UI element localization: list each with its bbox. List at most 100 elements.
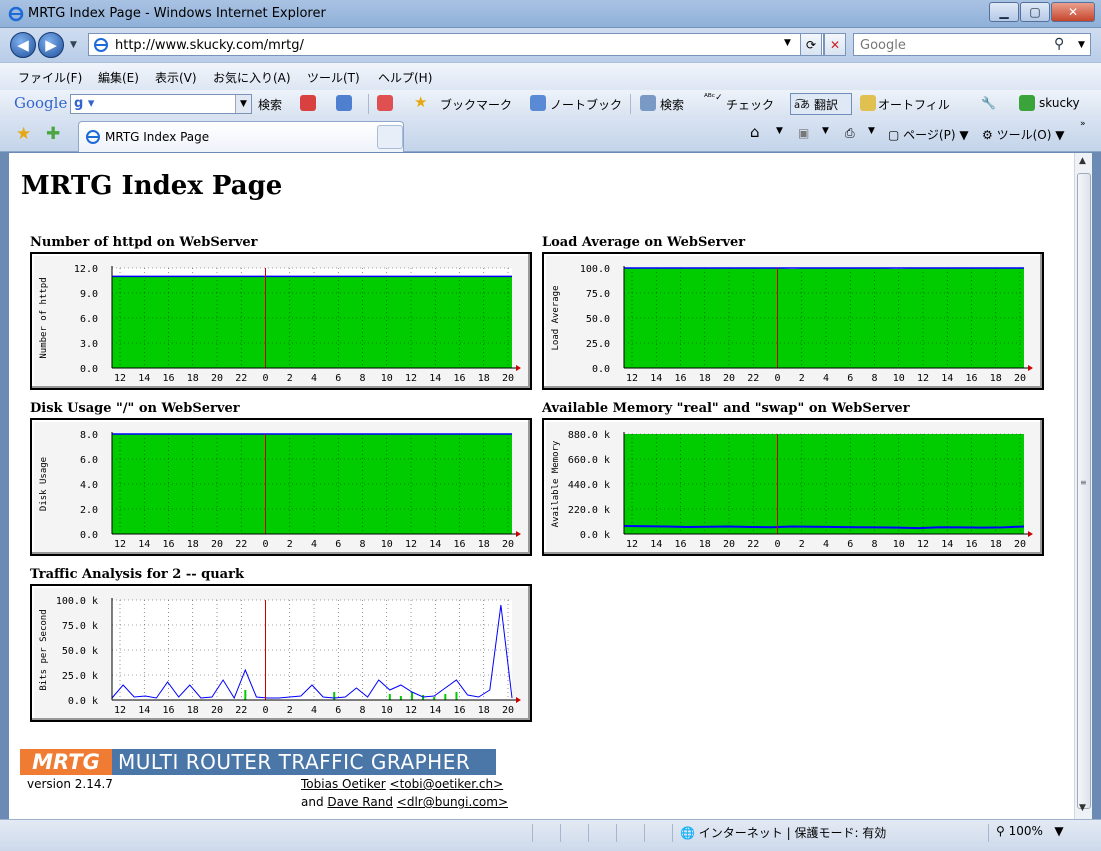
autofill-button[interactable]: オートフィル [878, 96, 950, 113]
blocked-popups-icon[interactable] [377, 95, 393, 111]
google-search-button[interactable]: 検索 [258, 96, 282, 113]
refresh-button[interactable]: ⟳ [800, 33, 822, 56]
search-page-icon[interactable] [640, 95, 656, 111]
vertical-scrollbar[interactable]: ▲ ≡ ▼ [1074, 153, 1092, 819]
home-icon[interactable]: ⌂ [750, 123, 760, 141]
menu-file[interactable]: ファイル(F) [18, 69, 82, 86]
scroll-up-icon[interactable]: ▲ [1079, 156, 1086, 166]
x-tick-label: 4 [823, 539, 829, 550]
x-tick-label: 16 [453, 705, 465, 716]
traffic-in-bar [388, 694, 391, 700]
graph-canvas: 100.0 75.0 50.0 25.0 0.0 12 14 16 18 20 22 0 2 4 6 8 10 1… [551, 264, 1033, 384]
menu-favorites[interactable]: お気に入り(A) [213, 69, 291, 86]
title-bar: MRTG Index Page - Windows Internet Explo… [0, 0, 1101, 28]
autofill-icon[interactable] [860, 95, 876, 111]
home-dropdown-icon[interactable]: ▼ [776, 126, 783, 136]
google-search-input[interactable]: g ▾ ▼ [70, 94, 252, 114]
x-tick-label: 16 [965, 373, 977, 384]
new-tab-button[interactable] [377, 125, 403, 149]
scroll-thumb[interactable] [1077, 173, 1091, 809]
bookmarks-button[interactable]: ブックマーク [440, 96, 512, 113]
x-tick-label: 4 [311, 705, 317, 716]
print-dropdown-icon[interactable]: ▼ [868, 126, 875, 136]
forward-button[interactable]: ▶ [38, 32, 64, 58]
print-icon[interactable]: ⎙ [845, 126, 855, 141]
translate-button[interactable]: 翻訳 [814, 96, 838, 113]
menu-view[interactable]: 表示(V) [155, 69, 197, 86]
tools-menu[interactable]: ⚙ ツール(O) ▼ [982, 126, 1064, 143]
x-tick-label: 20 [211, 705, 223, 716]
menu-edit[interactable]: 編集(E) [98, 69, 139, 86]
security-zone[interactable]: 🌐 インターネット | 保護モード: 有効 [680, 824, 886, 841]
menu-help[interactable]: ヘルプ(H) [378, 69, 432, 86]
zoom-level[interactable]: ⚲ 100% ▼ [996, 824, 1064, 838]
spellcheck-button[interactable]: チェック [726, 96, 774, 113]
x-tick-label: 6 [335, 373, 341, 384]
y-tick-label: 8.0 [80, 430, 98, 441]
stop-button[interactable]: ✕ [824, 33, 846, 56]
history-dropdown-icon[interactable]: ▼ [70, 40, 77, 50]
address-dropdown-icon[interactable]: ▼ [784, 38, 791, 48]
feeds-icon[interactable]: ▣ [798, 126, 809, 140]
spellcheck-icon[interactable]: ᴬᴮᶜ✓ [704, 93, 723, 103]
search-page-button[interactable]: 検索 [660, 96, 684, 113]
x-tick-label: 20 [211, 373, 223, 384]
address-bar[interactable]: http://www.skucky.com/mrtg/ ▼ [88, 33, 824, 56]
scroll-down-icon[interactable]: ▼ [1079, 803, 1086, 813]
page-content: MRTG Index Page Number of httpd on WebSe… [9, 153, 1074, 819]
address-url[interactable]: http://www.skucky.com/mrtg/ [115, 38, 304, 53]
y-axis-label: Number of httpd [39, 277, 49, 358]
graph-title-memory: Available Memory "real" and "swap" on We… [542, 401, 910, 416]
author1-link[interactable]: Tobias Oetiker [301, 777, 386, 791]
tab-mrtg-index[interactable]: MRTG Index Page [78, 121, 404, 152]
x-tick-label: 18 [699, 373, 711, 384]
email1-link[interactable]: <tobi@oetiker.ch> [390, 777, 504, 791]
page-title: MRTG Index Page [21, 171, 283, 201]
google-search-dropdown-icon[interactable]: ▼ [235, 95, 251, 113]
popup-blocker-icon[interactable] [300, 95, 316, 111]
feeds-dropdown-icon[interactable]: ▼ [822, 126, 829, 136]
graph-traffic[interactable]: 100.0 k 75.0 k 50.0 k 25.0 k 0.0 k 12 14 16 18 20… [30, 584, 532, 722]
x-tick-label: 8 [871, 539, 877, 550]
author2-link[interactable]: Dave Rand [327, 795, 393, 809]
menu-tools[interactable]: ツール(T) [307, 69, 360, 86]
graph-memory[interactable]: 880.0 k 660.0 k 440.0 k 220.0 k 0.0 k 12 14 16 1… [542, 418, 1044, 556]
back-button[interactable]: ◀ [10, 32, 36, 58]
close-button[interactable]: ✕ [1051, 2, 1095, 22]
search-box[interactable]: Google ⚲ ▼ [853, 33, 1091, 56]
sync-icon[interactable] [1019, 95, 1035, 111]
x-tick-label: 18 [990, 373, 1002, 384]
x-tick-label: 14 [138, 705, 150, 716]
maximize-button[interactable]: ▢ [1020, 2, 1050, 22]
x-tick-label: 0 [262, 705, 268, 716]
x-tick-label: 10 [893, 373, 905, 384]
graph-canvas: 12.0 9.0 6.0 3.0 0.0 12 14 16 18 20 22 0 2 4 6 8 10 12 14 1… [39, 264, 521, 384]
favorites-center-icon[interactable]: ★ [16, 124, 31, 144]
bookmark-star-icon[interactable]: ★ [414, 93, 427, 111]
version-text: version 2.14.7 [27, 777, 113, 791]
account-button[interactable]: skucky [1039, 96, 1080, 110]
graph-load[interactable]: 100.0 75.0 50.0 25.0 0.0 12 14 16 18 20 22 0 2 4 6 8 10 1… [542, 252, 1044, 390]
pagerank-icon[interactable] [336, 95, 352, 111]
x-tick-label: 20 [723, 539, 735, 550]
graph-httpd[interactable]: 12.0 9.0 6.0 3.0 0.0 12 14 16 18 20 22 0 2 4 6 8 10 12 14 1… [30, 252, 532, 390]
search-dropdown-icon[interactable]: ▼ [1078, 40, 1085, 50]
x-tick-label: 0 [774, 539, 780, 550]
x-tick-label: 12 [917, 373, 929, 384]
graph-disk[interactable]: 8.0 6.0 4.0 2.0 0.0 12 14 16 18 20 22 0 2 4 6 8 10 12 14 16… [30, 418, 532, 556]
page-menu[interactable]: ▢ ページ(P) ▼ [888, 126, 969, 143]
y-tick-label: 220.0 k [568, 505, 610, 516]
email2-link[interactable]: <dlr@bungi.com> [397, 795, 508, 809]
x-tick-label: 6 [847, 539, 853, 550]
toolbar-overflow-icon[interactable]: » [1080, 119, 1086, 129]
x-tick-label: 14 [650, 373, 662, 384]
y-tick-label: 75.0 [586, 289, 610, 300]
search-icon[interactable]: ⚲ [1054, 36, 1064, 52]
notebook-icon[interactable] [530, 95, 546, 111]
add-favorites-icon[interactable]: ✚ [46, 124, 60, 144]
wrench-icon[interactable]: 🔧 [981, 96, 996, 110]
traffic-in-bar [333, 692, 336, 700]
y-tick-label: 100.0 k [56, 596, 98, 607]
notebook-button[interactable]: ノートブック [550, 96, 622, 113]
minimize-button[interactable]: ▁ [989, 2, 1019, 22]
